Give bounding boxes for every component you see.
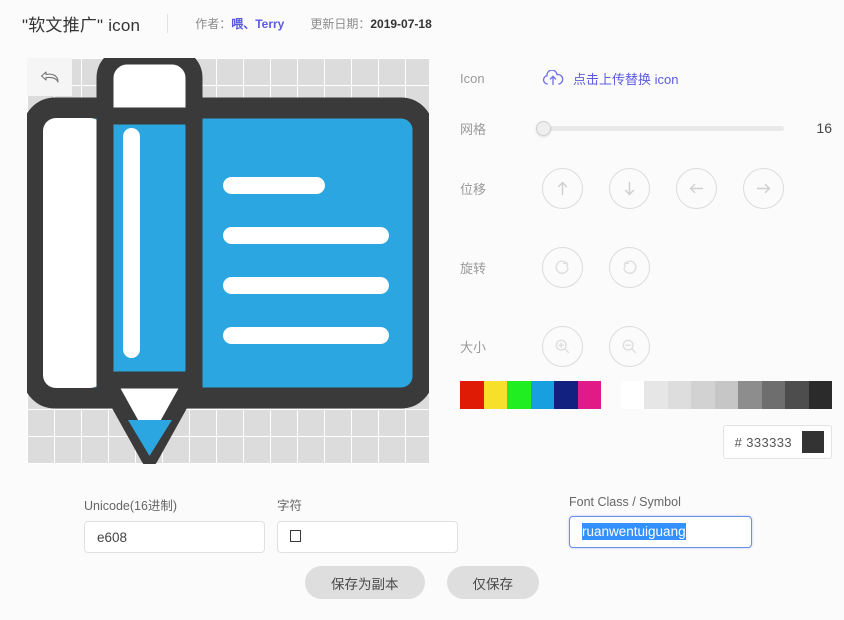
grid-slider-value: 16 — [816, 120, 832, 136]
save-only-button[interactable]: 仅保存 — [446, 566, 539, 599]
grid-slider-row: 网格 16 — [460, 108, 832, 148]
form-actions: 保存为副本 仅保存 — [0, 566, 844, 599]
rotate-cw-button[interactable] — [542, 247, 583, 288]
arrow-up-icon — [557, 181, 568, 196]
header-divider — [167, 13, 169, 33]
arrow-down-icon — [624, 181, 635, 196]
palette-gray-0[interactable] — [620, 381, 645, 409]
rotate-cw-icon — [555, 260, 569, 274]
author-label: 作者： — [195, 16, 232, 31]
palette-swatch-4[interactable] — [554, 381, 578, 409]
pencil-barrel — [96, 99, 203, 389]
palette-gray-7[interactable] — [785, 381, 809, 409]
current-color-swatch[interactable] — [802, 431, 824, 453]
palette-gray-2[interactable] — [667, 381, 692, 409]
grid-slider[interactable]: 16 — [536, 120, 832, 136]
pencil-tip-point — [128, 420, 172, 456]
update-date-label: 更新日期： — [310, 16, 371, 31]
icon-artwork — [27, 58, 429, 464]
article-body-shape — [27, 97, 429, 409]
page-title: "软文推广" icon — [22, 15, 141, 35]
update-date-value: 2019-07-18 — [370, 16, 432, 31]
move-up-button[interactable] — [542, 168, 583, 209]
hex-color-value: # 333333 — [734, 434, 792, 450]
palette-gray-4[interactable] — [714, 381, 739, 409]
article-text-line — [223, 227, 389, 244]
zoom-in-button[interactable] — [542, 326, 583, 367]
pencil-eraser — [96, 58, 203, 125]
palette-gray-3[interactable] — [691, 381, 715, 409]
rotate-row-label: 旋转 — [460, 261, 487, 276]
icon-editor-page: "软文推广" icon 作者：喂、Terry 更新日期：2019-07-18 I… — [0, 0, 844, 620]
grid-row-label: 网格 — [460, 121, 487, 137]
icon-row-label: Icon — [460, 70, 485, 86]
unicode-field-group: Unicode(16进制) — [84, 495, 265, 553]
fontclass-label: Font Class / Symbol — [569, 495, 681, 509]
icon-upload-row: Icon 点击上传替换 icon — [460, 58, 832, 98]
palette-gray-6[interactable] — [761, 381, 786, 409]
size-row: 大小 — [460, 326, 832, 367]
character-input[interactable] — [277, 521, 458, 553]
character-field-group: 字符 — [277, 495, 458, 553]
palette-gray-8[interactable] — [808, 381, 833, 409]
article-text-line — [223, 277, 389, 294]
palette-gray-5[interactable] — [738, 381, 762, 409]
palette-swatch-3[interactable] — [530, 381, 554, 409]
palette-gray-1[interactable] — [644, 381, 668, 409]
move-row-label: 位移 — [460, 182, 487, 197]
zoom-out-button[interactable] — [609, 326, 650, 367]
article-text-line — [223, 327, 389, 344]
grid-slider-handle[interactable] — [536, 120, 551, 136]
grid-slider-track[interactable] — [536, 120, 784, 136]
fontclass-input[interactable]: ruanwentuiguang — [569, 516, 752, 548]
palette-swatch-0[interactable] — [460, 381, 484, 409]
update-date-block: 更新日期：2019-07-18 — [310, 15, 431, 32]
header-meta: 作者：喂、Terry 更新日期：2019-07-18 — [195, 15, 432, 32]
pencil-highlight — [123, 128, 140, 358]
rotate-ccw-icon — [623, 260, 637, 274]
undo-button[interactable] — [27, 58, 72, 96]
palette-gap — [601, 381, 621, 409]
zoom-in-icon — [555, 339, 570, 354]
page-header: "软文推广" icon 作者：喂、Terry 更新日期：2019-07-18 — [0, 0, 844, 46]
zoom-out-icon — [622, 339, 637, 354]
size-row-label: 大小 — [460, 340, 487, 355]
palette-swatch-5[interactable] — [577, 381, 601, 409]
hex-color-row: # 333333 — [460, 425, 832, 459]
save-as-copy-button[interactable]: 保存为副本 — [305, 566, 425, 599]
palette-swatch-2[interactable] — [507, 381, 531, 409]
article-left-page — [43, 118, 103, 388]
move-left-button[interactable] — [676, 168, 717, 209]
move-down-button[interactable] — [609, 168, 650, 209]
author-link[interactable]: 喂、Terry — [231, 17, 284, 31]
fontclass-field-group: Font Class / Symbol ruanwentuiguang — [569, 495, 752, 548]
icon-canvas[interactable] — [27, 58, 429, 464]
move-row: 位移 — [460, 168, 832, 209]
arrow-right-icon — [756, 183, 771, 194]
upload-label: 点击上传替换 icon — [573, 71, 679, 87]
character-label: 字符 — [277, 499, 303, 513]
arrow-left-icon — [689, 183, 704, 194]
unicode-label: Unicode(16进制) — [84, 499, 178, 513]
move-right-button[interactable] — [743, 168, 784, 209]
unicode-input[interactable] — [84, 521, 265, 553]
hex-color-field[interactable]: # 333333 — [722, 425, 832, 459]
rotate-row: 旋转 — [460, 247, 832, 288]
author-block: 作者：喂、Terry — [195, 15, 284, 32]
rotate-ccw-button[interactable] — [609, 247, 650, 288]
missing-glyph-icon — [290, 530, 301, 542]
fontclass-value: ruanwentuiguang — [582, 523, 686, 540]
cloud-upload-icon — [542, 69, 564, 85]
color-palette[interactable] — [460, 381, 833, 409]
palette-swatch-1[interactable] — [483, 381, 507, 409]
undo-arrow-icon — [40, 71, 59, 83]
pencil-tip — [96, 369, 203, 464]
editor-controls-panel: Icon 点击上传替换 icon 网格 16 位移 旋转 大小 # 333333 — [460, 58, 833, 459]
article-text-line — [223, 177, 325, 194]
upload-icon-button[interactable]: 点击上传替换 icon — [542, 69, 678, 88]
